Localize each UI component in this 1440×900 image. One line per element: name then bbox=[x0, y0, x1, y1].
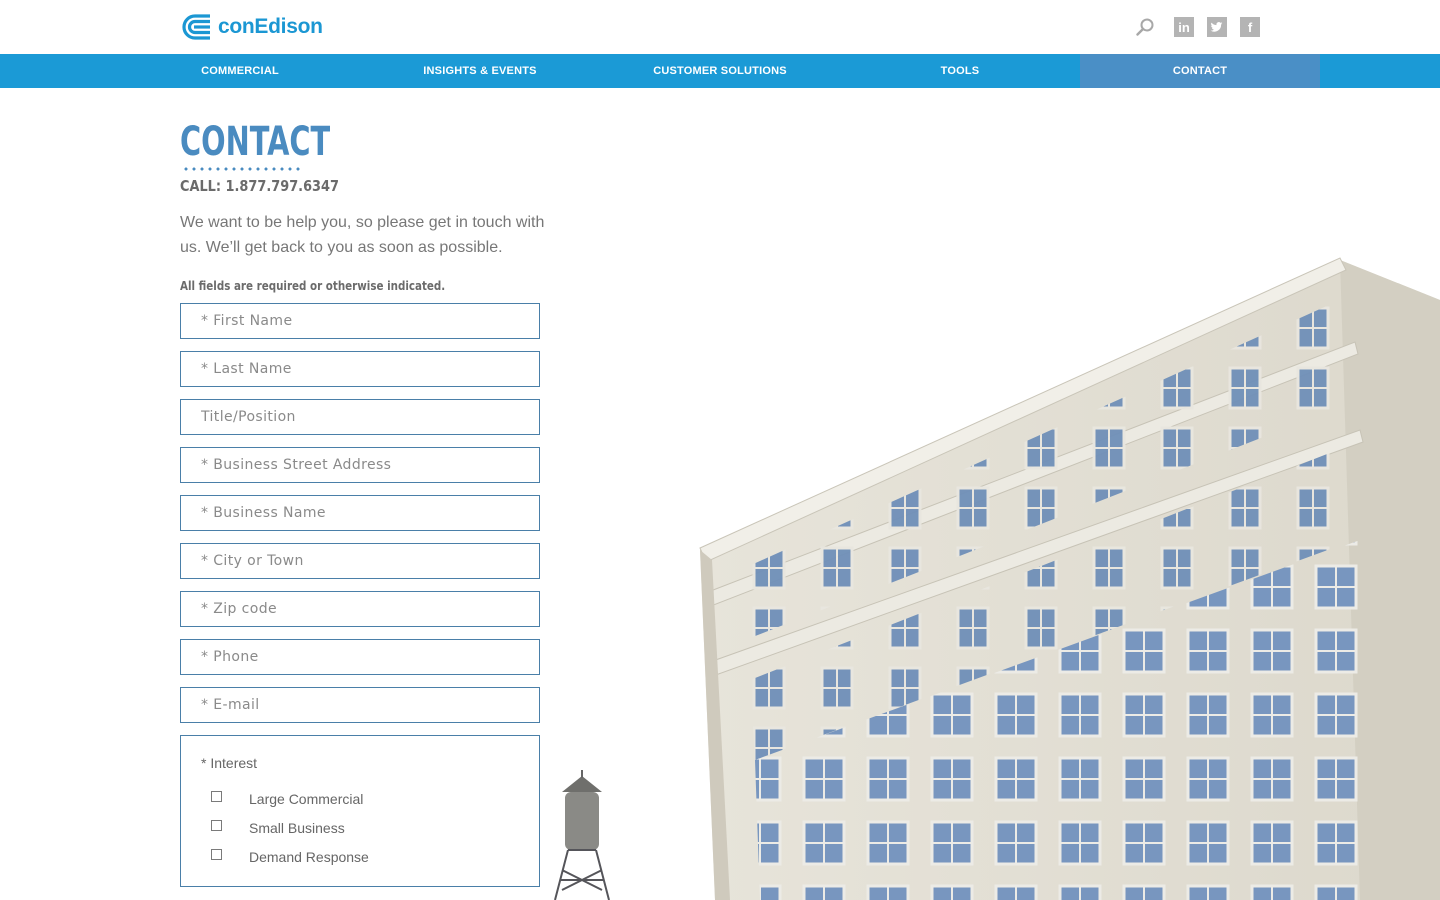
site-header: conEdison in f bbox=[0, 0, 1440, 54]
zip-code-input[interactable] bbox=[181, 592, 539, 626]
required-fields-note: All fields are required or otherwise ind… bbox=[180, 279, 446, 293]
email-input[interactable] bbox=[181, 688, 539, 722]
last-name-field bbox=[180, 351, 540, 387]
interest-group: * Interest Large Commercial Small Busine… bbox=[180, 735, 540, 887]
title-position-field bbox=[180, 399, 540, 435]
interest-option-demand-response[interactable]: Demand Response bbox=[211, 848, 369, 865]
large-commercial-checkbox[interactable] bbox=[211, 790, 222, 802]
title-dotted-divider bbox=[182, 166, 300, 172]
large-commercial-label: Large Commercial bbox=[249, 791, 364, 807]
nav-item-insights-events[interactable]: INSIGHTS & EVENTS bbox=[360, 54, 600, 88]
conedison-logo-icon bbox=[182, 14, 210, 40]
email-field bbox=[180, 687, 540, 723]
business-street-address-input[interactable] bbox=[181, 448, 539, 482]
business-name-input[interactable] bbox=[181, 496, 539, 530]
last-name-input[interactable] bbox=[181, 352, 539, 386]
phone-input[interactable] bbox=[181, 640, 539, 674]
nav-item-contact[interactable]: CONTACT bbox=[1080, 54, 1320, 88]
logo-text: conEdison bbox=[218, 15, 323, 38]
interest-option-large-commercial[interactable]: Large Commercial bbox=[211, 790, 364, 807]
city-town-field bbox=[180, 543, 540, 579]
contact-phone: CALL: 1.877.797.6347 bbox=[180, 177, 339, 195]
header-icons: in f bbox=[1135, 17, 1260, 37]
first-name-input[interactable] bbox=[181, 304, 539, 338]
building-illustration bbox=[554, 257, 1440, 900]
business-street-address-field bbox=[180, 447, 540, 483]
demand-response-checkbox[interactable] bbox=[211, 848, 222, 860]
main-nav: COMMERCIAL INSIGHTS & EVENTS CUSTOMER SO… bbox=[0, 54, 1440, 88]
intro-text: We want to be help you, so please get in… bbox=[180, 214, 545, 256]
nav-item-customer-solutions[interactable]: CUSTOMER SOLUTIONS bbox=[600, 54, 840, 88]
twitter-bird-icon bbox=[1207, 17, 1227, 37]
first-name-field bbox=[180, 303, 540, 339]
small-business-checkbox[interactable] bbox=[211, 819, 222, 831]
zip-code-field bbox=[180, 591, 540, 627]
small-business-label: Small Business bbox=[249, 820, 345, 836]
nav-item-commercial[interactable]: COMMERCIAL bbox=[120, 54, 360, 88]
twitter-icon[interactable] bbox=[1207, 17, 1227, 37]
demand-response-label: Demand Response bbox=[249, 849, 369, 865]
phone-field bbox=[180, 639, 540, 675]
city-town-input[interactable] bbox=[181, 544, 539, 578]
title-position-input[interactable] bbox=[181, 400, 539, 434]
interest-option-small-business[interactable]: Small Business bbox=[211, 819, 345, 836]
page-title: CONTACT bbox=[180, 119, 331, 165]
nav-item-tools[interactable]: TOOLS bbox=[840, 54, 1080, 88]
facebook-icon[interactable]: f bbox=[1240, 17, 1260, 37]
linkedin-icon[interactable]: in bbox=[1174, 17, 1194, 37]
business-name-field bbox=[180, 495, 540, 531]
interest-label: * Interest bbox=[201, 755, 258, 771]
conedison-logo[interactable]: conEdison bbox=[180, 12, 323, 42]
search-icon[interactable] bbox=[1135, 17, 1155, 37]
water-tower bbox=[554, 770, 610, 900]
